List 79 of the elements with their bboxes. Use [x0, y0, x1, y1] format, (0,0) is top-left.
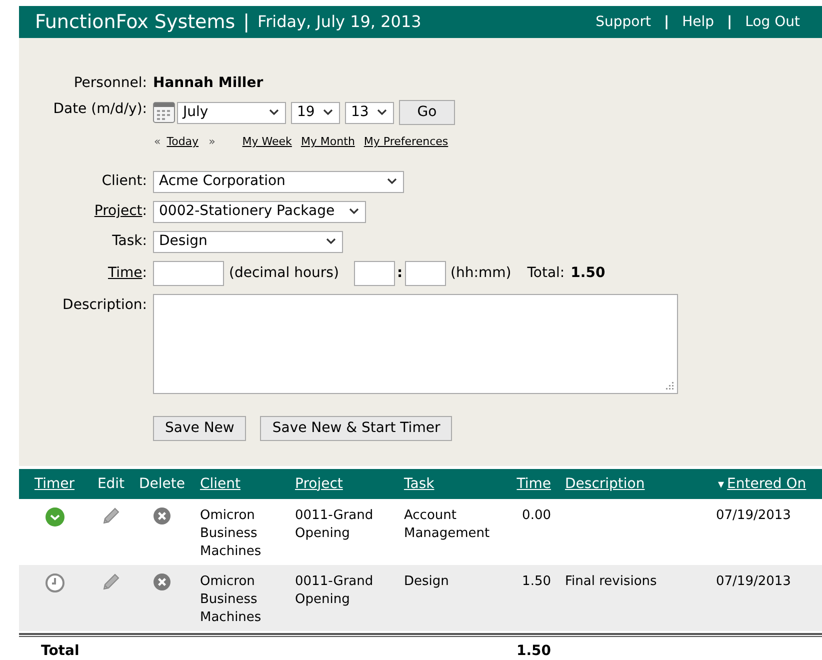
- description-field[interactable]: [153, 294, 678, 394]
- field-label: Client:: [102, 173, 147, 189]
- field-label: Description:: [62, 296, 147, 312]
- separator: |: [664, 12, 670, 32]
- sort-arrow-icon[interactable]: ▾: [718, 475, 724, 493]
- date-cell: 07/19/2013: [716, 574, 791, 589]
- column-header-link[interactable]: Description: [565, 474, 645, 494]
- description-cell: Final revisions: [565, 574, 657, 589]
- chevron-down-icon: [377, 109, 387, 116]
- timer-running-icon[interactable]: [44, 507, 64, 527]
- column-header-link[interactable]: Project: [295, 474, 343, 494]
- nav-link[interactable]: My Week: [242, 134, 292, 150]
- next-day-link[interactable]: »: [208, 134, 216, 150]
- chevron-down-icon: [323, 109, 333, 116]
- client-cell: Omicron Business Machines: [200, 508, 262, 559]
- label-link[interactable]: Project: [94, 203, 142, 219]
- chevron-down-icon: [269, 109, 279, 116]
- header-link[interactable]: Help: [682, 12, 714, 32]
- separator: |: [727, 12, 732, 32]
- month-select[interactable]: July: [177, 102, 286, 124]
- day-select[interactable]: 19: [291, 102, 340, 124]
- time-cell: 0.00: [522, 508, 551, 523]
- pencil-icon[interactable]: [102, 507, 120, 525]
- current-date: Friday, July 19, 2013: [258, 11, 422, 33]
- total-value: 1.50: [516, 643, 551, 659]
- colon: :: [142, 203, 147, 219]
- resize-grip-icon[interactable]: [666, 382, 674, 390]
- chevron-down-icon: [349, 208, 359, 215]
- hint-text: (hh:mm): [450, 264, 512, 282]
- total-label: Total: [41, 643, 80, 659]
- dropdown-field[interactable]: Design: [153, 230, 343, 252]
- header-link[interactable]: Support: [596, 12, 651, 32]
- project-cell: 0011-Grand Opening: [295, 508, 374, 541]
- hint-text: (decimal hours): [229, 264, 339, 282]
- nav-link[interactable]: My Preferences: [364, 134, 448, 150]
- nav-link[interactable]: My Month: [300, 134, 355, 150]
- time-cell: 1.50: [522, 574, 551, 589]
- column-header-link[interactable]: Timer: [34, 474, 75, 494]
- field-label: Personnel:: [74, 75, 147, 91]
- column-header-link[interactable]: Client: [200, 474, 241, 494]
- column-header-link[interactable]: Entered On: [727, 474, 806, 494]
- colon: :: [142, 264, 147, 280]
- task-cell: Design: [404, 574, 449, 589]
- hours-field[interactable]: [354, 260, 395, 286]
- project-cell: 0011-Grand Opening: [295, 574, 374, 607]
- dropdown-field[interactable]: 0002-Stationery Package: [153, 200, 366, 222]
- date-cell: 07/19/2013: [716, 508, 791, 523]
- client-cell: Omicron Business Machines: [200, 574, 262, 625]
- minutes-field[interactable]: [404, 260, 446, 286]
- dropdown-field[interactable]: Acme Corporation: [153, 170, 404, 192]
- task-cell: Account Management: [404, 508, 490, 541]
- column-header-link[interactable]: Task: [404, 474, 434, 494]
- clock-icon[interactable]: [44, 573, 64, 593]
- total-value: 1.50: [570, 264, 606, 282]
- label-link[interactable]: Time: [108, 264, 142, 280]
- go-button[interactable]: Go: [399, 100, 455, 125]
- delete-icon[interactable]: [153, 507, 171, 525]
- prev-day-link[interactable]: «: [154, 134, 161, 150]
- delete-icon[interactable]: [153, 573, 171, 591]
- column-header: Delete: [139, 474, 185, 494]
- separator: |: [243, 10, 250, 35]
- colon: :: [396, 264, 403, 282]
- header-link[interactable]: Log Out: [745, 12, 800, 32]
- field-label: Task:: [112, 233, 147, 249]
- app-title: FunctionFox Systems: [35, 10, 236, 35]
- save-button[interactable]: Save New & Start Timer: [260, 416, 452, 440]
- decimal-hours-field[interactable]: [153, 260, 224, 286]
- field-label: Date (m/d/y):: [53, 101, 147, 117]
- total-label: Total:: [527, 264, 565, 282]
- save-button[interactable]: Save New: [153, 416, 246, 440]
- personnel-name: Hannah Miller: [153, 74, 264, 93]
- column-header: Edit: [97, 474, 125, 494]
- year-select[interactable]: 13: [345, 102, 394, 124]
- chevron-down-icon: [387, 178, 397, 185]
- calendar-icon[interactable]: [153, 102, 175, 123]
- today-link[interactable]: Today: [166, 134, 199, 150]
- chevron-down-icon: [326, 238, 336, 245]
- pencil-icon[interactable]: [102, 573, 120, 591]
- column-header-link[interactable]: Time: [516, 474, 551, 494]
